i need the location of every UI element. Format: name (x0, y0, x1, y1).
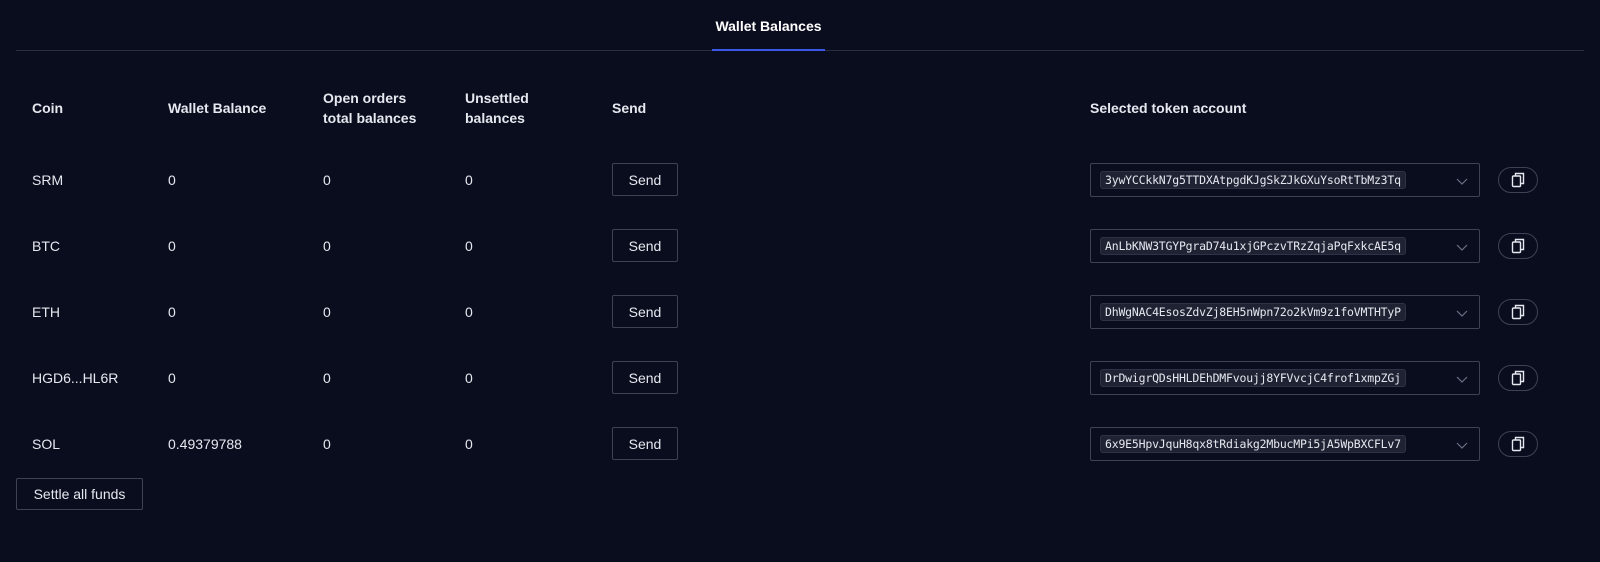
token-account-address: 3ywYCCkkN7g5TTDXAtpgdKJgSkZJkGXuYsoRtTbM… (1100, 171, 1406, 189)
token-account-select[interactable]: DrDwigrQDsHHLDEhDMFvoujj8YFVvcjC4frof1xm… (1090, 361, 1480, 395)
send-button[interactable]: Send (612, 163, 678, 196)
table-row: ETH 0 0 0 Send DhWgNAC4EsosZdvZj8EH5nWpn… (16, 295, 1584, 361)
column-header-unsettled: Unsettled balances (465, 88, 529, 128)
copy-icon (1511, 172, 1525, 188)
table-row: HGD6...HL6R 0 0 0 Send DrDwigrQDsHHLDEhD… (16, 361, 1584, 427)
chevron-down-icon (1456, 244, 1468, 251)
token-account-select[interactable]: 6x9E5HpvJquH8qx8tRdiakg2MbucMPi5jA5WpBXC… (1090, 427, 1480, 461)
wallet-balance-cell: 0 (168, 172, 176, 188)
copy-button[interactable] (1498, 167, 1538, 193)
table-row: SOL 0.49379788 0 0 Send 6x9E5HpvJquH8qx8… (16, 427, 1584, 493)
coin-cell: ETH (32, 304, 60, 320)
token-account-address: DrDwigrQDsHHLDEhDMFvoujj8YFVvcjC4frof1xm… (1100, 369, 1406, 387)
copy-button[interactable] (1498, 365, 1538, 391)
copy-button[interactable] (1498, 299, 1538, 325)
chevron-down-icon (1456, 376, 1468, 383)
send-button[interactable]: Send (612, 229, 678, 262)
open-orders-cell: 0 (323, 436, 331, 452)
active-tab-indicator (712, 49, 825, 51)
wallet-balance-cell: 0.49379788 (168, 436, 242, 452)
column-header-selected-token-account: Selected token account (1090, 100, 1247, 116)
coin-cell: SOL (32, 436, 61, 452)
token-account-select[interactable]: AnLbKNW3TGYPgraD74u1xjGPczvTRzZqjaPqFxkc… (1090, 229, 1480, 263)
copy-icon (1511, 436, 1525, 452)
copy-button[interactable] (1498, 431, 1538, 457)
wallet-balance-cell: 0 (168, 370, 176, 386)
open-orders-cell: 0 (323, 304, 331, 320)
copy-button[interactable] (1498, 233, 1538, 259)
token-account-address: AnLbKNW3TGYPgraD74u1xjGPczvTRzZqjaPqFxkc… (1100, 237, 1406, 255)
copy-icon (1511, 370, 1525, 386)
token-account-select[interactable]: 3ywYCCkkN7g5TTDXAtpgdKJgSkZJkGXuYsoRtTbM… (1090, 163, 1480, 197)
open-orders-cell: 0 (323, 238, 331, 254)
token-account-select[interactable]: DhWgNAC4EsosZdvZj8EH5nWpn72o2kVm9z1foVMT… (1090, 295, 1480, 329)
column-header-coin: Coin (32, 100, 64, 116)
send-button[interactable]: Send (612, 361, 678, 394)
coin-cell: SRM (32, 172, 64, 188)
token-account-address: DhWgNAC4EsosZdvZj8EH5nWpn72o2kVm9z1foVMT… (1100, 303, 1406, 321)
column-header-send: Send (612, 100, 647, 116)
column-header-wallet-balance: Wallet Balance (168, 100, 267, 116)
unsettled-cell: 0 (465, 238, 473, 254)
chevron-down-icon (1456, 178, 1468, 185)
column-header-open-orders-line1: Open orders (323, 90, 407, 106)
token-account-address: 6x9E5HpvJquH8qx8tRdiakg2MbucMPi5jA5WpBXC… (1100, 435, 1406, 453)
wallet-balance-cell: 0 (168, 304, 176, 320)
table-row: SRM 0 0 0 Send 3ywYCCkkN7g5TTDXAtpgdKJgS… (16, 163, 1584, 229)
tab-wallet-balances[interactable]: Wallet Balances (712, 0, 825, 51)
send-button[interactable]: Send (612, 427, 678, 460)
unsettled-cell: 0 (465, 370, 473, 386)
copy-icon (1511, 238, 1525, 254)
send-button[interactable]: Send (612, 295, 678, 328)
unsettled-cell: 0 (465, 172, 473, 188)
coin-cell: HGD6...HL6R (32, 370, 119, 386)
chevron-down-icon (1456, 442, 1468, 449)
wallet-balance-cell: 0 (168, 238, 176, 254)
settle-all-funds-button[interactable]: Settle all funds (16, 478, 143, 510)
chevron-down-icon (1456, 310, 1468, 317)
column-header-open-orders-line2: total balances (323, 110, 417, 126)
column-header-open-orders: Open orders total balances (323, 88, 416, 128)
unsettled-cell: 0 (465, 436, 473, 452)
open-orders-cell: 0 (323, 370, 331, 386)
column-header-unsettled-line1: Unsettled (465, 90, 529, 106)
coin-cell: BTC (32, 238, 60, 254)
column-header-unsettled-line2: balances (465, 110, 525, 126)
table-row: BTC 0 0 0 Send AnLbKNW3TGYPgraD74u1xjGPc… (16, 229, 1584, 295)
open-orders-cell: 0 (323, 172, 331, 188)
unsettled-cell: 0 (465, 304, 473, 320)
copy-icon (1511, 304, 1525, 320)
